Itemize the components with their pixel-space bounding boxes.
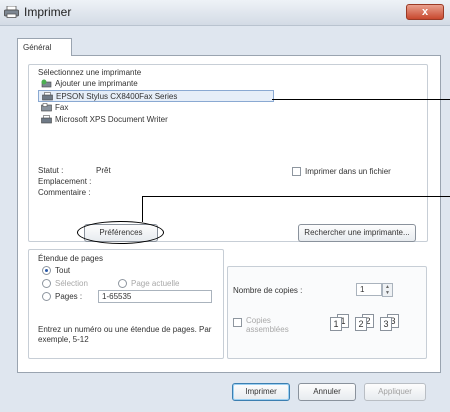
radio-all[interactable] bbox=[42, 266, 51, 275]
location-label: Emplacement : bbox=[38, 177, 92, 186]
apply-button-label: Appliquer bbox=[378, 387, 412, 396]
copies-group bbox=[227, 266, 427, 359]
title-bar: Imprimer x bbox=[0, 0, 450, 26]
printer-name: Microsoft XPS Document Writer bbox=[55, 115, 168, 124]
cancel-button[interactable]: Annuler bbox=[298, 383, 356, 401]
print-to-file-checkbox[interactable] bbox=[292, 167, 301, 176]
printer-name: Fax bbox=[55, 103, 69, 112]
collate-page-stack: 2 2 bbox=[355, 314, 375, 332]
tab-label: Général bbox=[23, 43, 52, 52]
status-label: Statut : bbox=[38, 166, 64, 175]
list-item[interactable]: Microsoft XPS Document Writer bbox=[38, 114, 274, 126]
printer-list[interactable]: Ajouter une imprimante EPSON Stylus CX84… bbox=[38, 78, 274, 146]
printer-group-heading: Sélectionnez une imprimante bbox=[38, 68, 142, 77]
annotation-line bbox=[142, 196, 143, 222]
print-button-label: Imprimer bbox=[245, 387, 277, 396]
page-range-heading: Étendue de pages bbox=[38, 254, 103, 263]
printer-icon bbox=[41, 115, 52, 124]
print-button[interactable]: Imprimer bbox=[232, 383, 290, 401]
copies-spinner[interactable]: ▲ ▼ bbox=[382, 283, 393, 297]
radio-pages[interactable] bbox=[42, 292, 51, 301]
printer-icon bbox=[42, 92, 53, 101]
annotation-line bbox=[272, 99, 450, 100]
close-button[interactable]: x bbox=[406, 4, 444, 20]
copies-input-value: 1 bbox=[360, 285, 365, 294]
cancel-button-label: Annuler bbox=[313, 387, 341, 396]
page-icon: 1 bbox=[330, 317, 342, 331]
copies-input[interactable]: 1 bbox=[356, 283, 382, 296]
print-dialog: Imprimer x Général Sélectionnez une impr… bbox=[0, 0, 450, 412]
printer-name: EPSON Stylus CX8400Fax Series bbox=[56, 92, 178, 101]
annotation-line bbox=[142, 196, 450, 197]
list-item[interactable]: Fax bbox=[38, 102, 274, 114]
status-value: Prêt bbox=[96, 166, 111, 175]
print-to-file-label: Imprimer dans un fichier bbox=[305, 167, 391, 176]
collate-page-stack: 1 1 bbox=[330, 314, 350, 332]
list-item[interactable]: Ajouter une imprimante bbox=[38, 78, 274, 90]
copies-number-label: Nombre de copies : bbox=[233, 286, 303, 295]
collate-page-stack: 3 3 bbox=[380, 314, 400, 332]
comment-label: Commentaire : bbox=[38, 188, 91, 197]
spin-down-icon[interactable]: ▼ bbox=[383, 290, 392, 296]
radio-all-label: Tout bbox=[55, 266, 71, 275]
add-printer-icon bbox=[41, 79, 52, 88]
tab-general[interactable]: Général bbox=[17, 38, 72, 56]
page-icon: 3 bbox=[380, 317, 392, 331]
page-range-hint: Entrez un numéro ou une étendue de pages… bbox=[38, 325, 212, 344]
printer-icon bbox=[4, 6, 19, 18]
fax-icon bbox=[41, 103, 52, 112]
find-printer-button-label: Rechercher une imprimante... bbox=[304, 228, 410, 237]
pages-input[interactable]: 1-65535 bbox=[98, 290, 212, 303]
radio-current-page-label: Page actuelle bbox=[131, 279, 180, 288]
collate-checkbox[interactable] bbox=[233, 318, 242, 327]
page-icon: 2 bbox=[355, 317, 367, 331]
close-icon: x bbox=[421, 6, 429, 18]
radio-selection[interactable] bbox=[42, 279, 51, 288]
radio-selection-label: Sélection bbox=[55, 279, 88, 288]
window-title: Imprimer bbox=[24, 5, 72, 19]
collate-label: Copies assemblées bbox=[246, 316, 289, 334]
pages-input-value: 1-65535 bbox=[102, 292, 132, 301]
highlight-ellipse bbox=[77, 221, 164, 244]
printer-name: Ajouter une imprimante bbox=[55, 79, 138, 88]
list-item[interactable]: EPSON Stylus CX8400Fax Series bbox=[38, 90, 274, 102]
radio-current-page[interactable] bbox=[118, 279, 127, 288]
radio-pages-label: Pages : bbox=[55, 292, 83, 301]
find-printer-button[interactable]: Rechercher une imprimante... bbox=[298, 224, 416, 242]
apply-button[interactable]: Appliquer bbox=[364, 383, 426, 401]
